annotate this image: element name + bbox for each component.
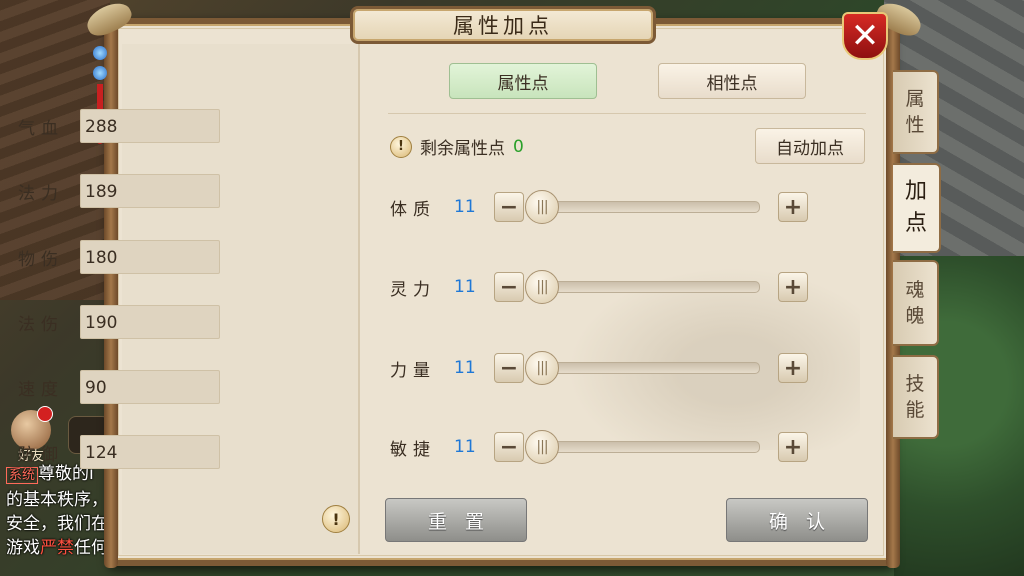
plus-button[interactable]: + <box>778 272 808 302</box>
chat-log[interactable]: 系统 尊敬的ì 的基本秩序， 安全，我们在 游戏严禁任何 <box>6 462 110 560</box>
stat-row-speed: 速度 90 <box>18 370 220 404</box>
remaining-label: 剩余属性点 <box>420 139 505 159</box>
chat-line: 的基本秩序， <box>6 490 108 510</box>
minus-button[interactable]: − <box>494 192 524 222</box>
stats-info-icon[interactable]: ! <box>322 505 350 533</box>
attr-row-strength: 力量 11 − ||| + <box>390 351 808 385</box>
attr-value: 11 <box>454 358 476 378</box>
stat-row-phys-dmg: 物伤 180 <box>18 240 220 274</box>
attr-label: 力量 <box>390 360 436 381</box>
side-tab-skills[interactable]: 技能 <box>893 355 939 439</box>
attr-row-agility: 敏捷 11 − ||| + <box>390 430 808 464</box>
stat-row-hp: 气血 288 <box>18 109 220 143</box>
stat-row-mp: 法力 189 <box>18 174 220 208</box>
attr-value: 11 <box>454 277 476 297</box>
minus-icon: − <box>499 355 519 381</box>
attr-value: 11 <box>454 197 476 217</box>
attr-row-spirit: 灵力 11 − ||| + <box>390 270 808 304</box>
minus-icon: − <box>499 434 519 460</box>
side-tab-attributes[interactable]: 属性 <box>893 70 939 154</box>
slider-handle[interactable]: ||| <box>525 351 559 385</box>
tab-affinity-points[interactable]: 相性点 <box>658 63 806 99</box>
plus-icon: + <box>783 434 803 460</box>
minus-button[interactable]: − <box>494 353 524 383</box>
remaining-points: ! 剩余属性点 0 <box>390 134 524 159</box>
auto-allocate-button[interactable]: 自动加点 <box>755 128 865 164</box>
stat-label: 气血 <box>18 118 64 139</box>
attr-slider[interactable]: ||| <box>525 351 760 385</box>
remaining-info-icon[interactable]: ! <box>390 135 412 158</box>
attr-row-constitution: 体质 11 − ||| + <box>390 190 808 224</box>
slider-handle[interactable]: ||| <box>525 190 559 224</box>
reset-button[interactable]: 重置 <box>385 498 527 542</box>
minus-button[interactable]: − <box>494 272 524 302</box>
minus-button[interactable]: − <box>494 432 524 462</box>
remaining-value: 0 <box>513 136 524 157</box>
minus-icon: − <box>499 274 519 300</box>
side-tab-add-points[interactable]: 加点 <box>893 163 941 253</box>
tab-attribute-points[interactable]: 属性点 <box>449 63 597 99</box>
plus-button[interactable]: + <box>778 432 808 462</box>
stat-label: 速度 <box>18 379 64 400</box>
panel-title: 属性加点 <box>350 6 656 44</box>
slider-handle[interactable]: ||| <box>525 430 559 464</box>
plus-button[interactable]: + <box>778 192 808 222</box>
chat-line: 安全，我们在 <box>6 514 108 534</box>
minus-icon: − <box>499 194 519 220</box>
divider <box>388 113 866 114</box>
stat-value: 90 <box>80 370 220 404</box>
stat-label: 法伤 <box>18 314 64 335</box>
stat-value: 288 <box>80 109 220 143</box>
plus-button[interactable]: + <box>778 353 808 383</box>
attr-value: 11 <box>454 437 476 457</box>
stat-label: 法力 <box>18 183 64 204</box>
plus-icon: + <box>783 355 803 381</box>
plus-icon: + <box>783 194 803 220</box>
stat-row-defense: 防御 124 <box>18 435 220 469</box>
stat-label: 防御 <box>18 444 64 465</box>
close-button[interactable]: ✕ <box>842 12 888 60</box>
stat-label: 物伤 <box>18 249 64 270</box>
attr-slider[interactable]: ||| <box>525 430 760 464</box>
attr-label: 敏捷 <box>390 439 436 460</box>
plus-icon: + <box>783 274 803 300</box>
stat-value: 180 <box>80 240 220 274</box>
attr-label: 灵力 <box>390 279 436 300</box>
chat-line: 游戏严禁任何 <box>6 538 108 558</box>
stat-value: 124 <box>80 435 220 469</box>
attr-label: 体质 <box>390 199 436 220</box>
confirm-button[interactable]: 确认 <box>726 498 868 542</box>
slider-handle[interactable]: ||| <box>525 270 559 304</box>
system-tag: 系统 <box>6 467 39 484</box>
attr-slider[interactable]: ||| <box>525 190 760 224</box>
attr-slider[interactable]: ||| <box>525 270 760 304</box>
stat-row-magic-dmg: 法伤 190 <box>18 305 220 339</box>
side-tab-soul[interactable]: 魂魄 <box>893 260 939 346</box>
close-x-icon: ✕ <box>850 16 880 56</box>
stat-value: 189 <box>80 174 220 208</box>
stat-value: 190 <box>80 305 220 339</box>
